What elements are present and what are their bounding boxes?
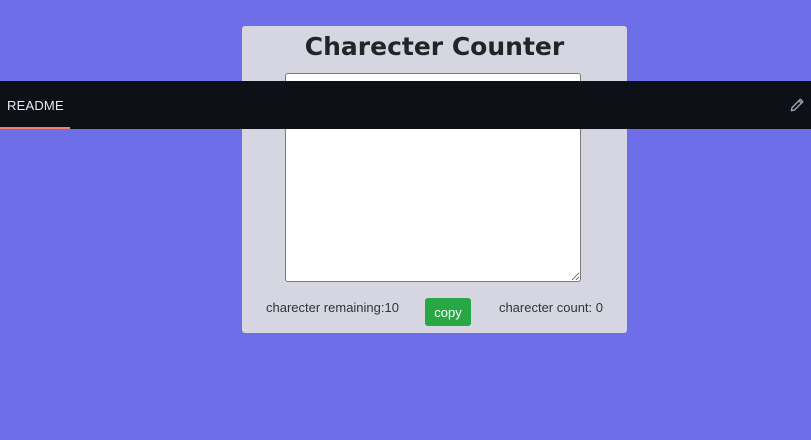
count-label: charecter count: 0 [498, 300, 603, 315]
page-title: Charecter Counter [304, 32, 565, 61]
remaining-label: charecter remaining:10 [266, 300, 399, 315]
copy-button[interactable]: copy [425, 298, 471, 326]
active-tab-indicator [0, 127, 70, 129]
tab-readme[interactable]: README [0, 81, 70, 129]
tab-readme-label: README [7, 98, 64, 113]
pencil-icon[interactable] [789, 97, 805, 113]
counter-card: Charecter Counter charecter remaining:10… [242, 26, 627, 333]
readme-header: README [0, 81, 811, 129]
